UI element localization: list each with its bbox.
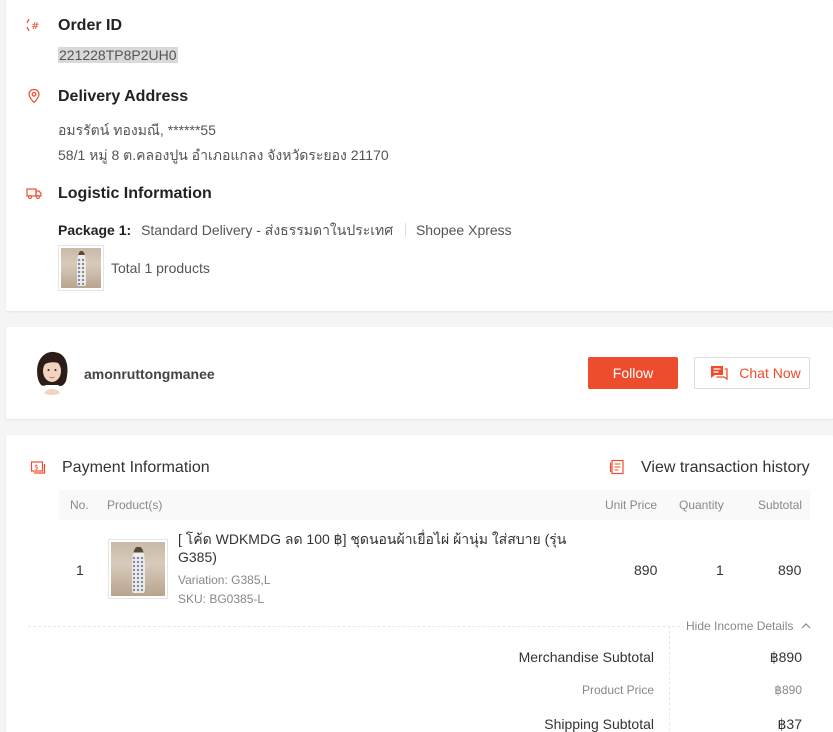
package-label: Package 1: — [58, 222, 132, 238]
delivery-address-title: Delivery Address — [58, 88, 189, 105]
merchandise-subtotal-label: Merchandise Subtotal — [518, 649, 654, 665]
col-quantity: Quantity — [679, 498, 724, 512]
chevron-up-icon — [801, 623, 811, 629]
shipping-subtotal-value: ฿37 — [777, 716, 802, 732]
recipient-name-phone: อมรรัตน์ ทองมณี, ******55 — [58, 122, 216, 138]
logistic-info-title: Logistic Information — [58, 185, 212, 202]
col-products: Product(s) — [107, 498, 163, 512]
location-pin-icon — [28, 88, 40, 104]
hide-income-details-toggle[interactable]: Hide Income Details — [684, 619, 813, 633]
row-unit-price: 890 — [634, 562, 658, 578]
payment-card: $ Payment Information View transaction h… — [6, 435, 833, 732]
chat-now-label: Chat Now — [739, 365, 801, 381]
recipient-address: 58/1 หมู่ 8 ต.คลองปูน อำเภอแกลง จังหวัดร… — [58, 147, 389, 163]
view-transaction-history-link[interactable]: View transaction history — [641, 459, 810, 477]
divider — [669, 626, 670, 732]
svg-text:#: # — [31, 21, 39, 32]
col-no: No. — [70, 498, 89, 512]
buyer-username[interactable]: amonruttongmanee — [84, 366, 215, 382]
buyer-card: amonruttongmanee Follow Chat Now — [6, 327, 833, 419]
row-no: 1 — [76, 562, 84, 578]
product-name[interactable]: [ โค้ด WDKMDG ลด 100 ฿] ชุดนอนผ้าเยื่อไผ… — [178, 530, 568, 566]
product-price-value: ฿890 — [774, 683, 802, 697]
package-product-thumbnail[interactable] — [58, 245, 104, 291]
follow-button[interactable]: Follow — [588, 357, 678, 389]
order-id-icon: # — [26, 18, 39, 32]
col-subtotal: Subtotal — [758, 498, 803, 512]
product-thumbnail[interactable] — [108, 539, 168, 599]
product-variation: Variation: G385,L — [178, 573, 271, 587]
order-id-title: Order ID — [58, 17, 123, 34]
row-quantity: 1 — [716, 562, 724, 578]
hide-income-details-label: Hide Income Details — [686, 619, 794, 633]
merchandise-subtotal-value: ฿890 — [769, 649, 802, 665]
truck-icon — [26, 188, 42, 199]
table-row: 1 [ โค้ด WDKMDG ลด 100 ฿] ชุดนอนผ้าเยื่อ… — [6, 523, 833, 613]
shipping-subtotal-label: Shipping Subtotal — [544, 716, 654, 732]
col-unit-price: Unit Price — [605, 498, 658, 512]
chat-now-button[interactable]: Chat Now — [694, 357, 810, 389]
order-details-card: # Order ID 221228TP8P2UH0 Delivery Addre… — [6, 0, 833, 311]
package-line: Package 1: Standard Delivery - ส่งธรรมดา… — [58, 220, 512, 242]
transaction-history-icon — [609, 459, 624, 475]
package-total-products: Total 1 products — [111, 260, 210, 276]
carrier-name: Shopee Xpress — [415, 222, 512, 238]
product-price-label: Product Price — [581, 683, 654, 697]
avatar[interactable] — [30, 349, 74, 395]
order-id-value[interactable]: 221228TP8P2UH0 — [58, 47, 178, 63]
svg-text:$: $ — [34, 464, 38, 472]
payment-icon: $ — [30, 461, 46, 474]
product-sku: SKU: BG0385-L — [178, 592, 265, 606]
divider — [405, 223, 407, 237]
shipping-service: Standard Delivery - ส่งธรรมดาในประเทศ — [141, 222, 394, 238]
row-subtotal: 890 — [778, 562, 802, 578]
payment-info-title: Payment Information — [62, 459, 210, 476]
products-table-header: No. Product(s) Unit Price Quantity Subto… — [59, 490, 810, 520]
chat-icon — [711, 366, 728, 381]
